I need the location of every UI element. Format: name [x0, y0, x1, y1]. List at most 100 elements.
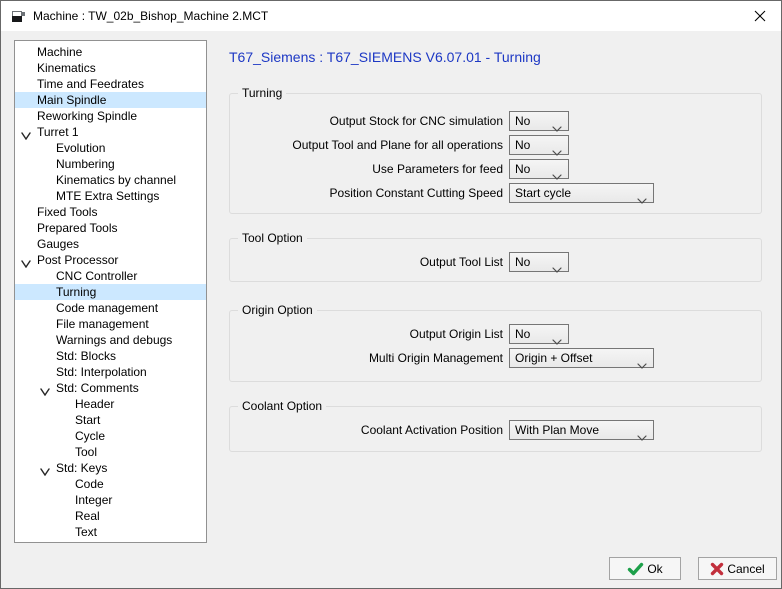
- tree-item-label: Std: Comments: [56, 381, 139, 395]
- tree-item-cycle[interactable]: Cycle: [15, 428, 206, 444]
- form-row: Output Tool and Plane for all operations…: [230, 135, 761, 155]
- tree-item-label: Numbering: [56, 157, 115, 171]
- tree-item-cnc-controller[interactable]: CNC Controller: [15, 268, 206, 284]
- coolant-activation-position-select[interactable]: With Plan Move: [509, 420, 654, 440]
- tree-item-turret-1[interactable]: Turret 1: [15, 124, 206, 140]
- use-parameters-for-feed-select[interactable]: No: [509, 159, 569, 179]
- tree-item-label: Integer: [75, 493, 112, 507]
- field-label: Output Tool and Plane for all operations: [230, 135, 503, 155]
- chevron-down-icon: [552, 260, 562, 278]
- ok-button-label: Ok: [647, 562, 662, 576]
- chevron-down-icon[interactable]: [21, 256, 31, 264]
- cancel-button-label: Cancel: [727, 562, 764, 576]
- select-value: No: [515, 114, 530, 128]
- ok-button[interactable]: Ok: [609, 557, 681, 580]
- tree-item-label: Time and Feedrates: [37, 77, 144, 91]
- tree-item-code-management[interactable]: Code management: [15, 300, 206, 316]
- tree-item-file-management[interactable]: File management: [15, 316, 206, 332]
- close-icon[interactable]: [752, 8, 768, 24]
- machine-icon: [10, 8, 26, 24]
- tree-item-label: Turret 1: [37, 125, 79, 139]
- chevron-down-icon[interactable]: [21, 128, 31, 136]
- tree-item-gauges[interactable]: Gauges: [15, 236, 206, 252]
- group-turning: TurningOutput Stock for CNC simulationNo…: [229, 93, 762, 214]
- tree-item-std-keys[interactable]: Std: Keys: [15, 460, 206, 476]
- tree-item-label: Prepared Tools: [37, 221, 118, 235]
- machine-tree: MachineKinematicsTime and Feedrates Main …: [14, 40, 207, 543]
- multi-origin-management-select[interactable]: Origin + Offset: [509, 348, 654, 368]
- tree-item-post-processor[interactable]: Post Processor: [15, 252, 206, 268]
- tree-item-label: Std: Blocks: [56, 349, 116, 363]
- chevron-down-icon[interactable]: [40, 384, 50, 392]
- tree-item-header[interactable]: Header: [15, 396, 206, 412]
- form-row: Position Constant Cutting Speed Start cyc…: [230, 183, 761, 203]
- form-row: Coolant Activation Position With Plan Mov…: [230, 420, 761, 440]
- tree-item-label: Kinematics by channel: [56, 173, 176, 187]
- group-title: Origin Option: [238, 303, 317, 317]
- tree-item-kinematics[interactable]: Kinematics: [15, 60, 206, 76]
- tree-item-std-comments[interactable]: Std: Comments: [15, 380, 206, 396]
- tree-item-reworking-spindle[interactable]: Reworking Spindle: [15, 108, 206, 124]
- tree-item-label: Header: [75, 397, 114, 411]
- tree-item-label: File management: [56, 317, 149, 331]
- tree-item-integer[interactable]: Integer: [15, 492, 206, 508]
- tree-item-main-spindle[interactable]: Main Spindle: [15, 92, 206, 108]
- select-value: No: [515, 138, 530, 152]
- x-icon: [710, 562, 724, 576]
- tree-item-label: Post Processor: [37, 253, 118, 267]
- tree-item-label: Fixed Tools: [37, 205, 97, 219]
- tree-item-label: Text: [75, 525, 97, 539]
- tree-item-evolution[interactable]: Evolution: [15, 140, 206, 156]
- tree-item-label: Real: [75, 509, 100, 523]
- chevron-down-icon: [637, 191, 647, 209]
- tree-item-kinematics-by-channel[interactable]: Kinematics by channel: [15, 172, 206, 188]
- field-label: Output Tool List: [230, 252, 503, 272]
- select-value: No: [515, 255, 530, 269]
- check-icon: [627, 562, 644, 576]
- group-origin-option: Origin OptionOutput Origin ListNoMulti O…: [229, 310, 762, 382]
- tree-item-code[interactable]: Code: [15, 476, 206, 492]
- tree-item-label: Code management: [56, 301, 158, 315]
- output-tool-and-plane-for-all-operations-select[interactable]: No: [509, 135, 569, 155]
- tree-item-label: Warnings and debugs: [56, 333, 172, 347]
- select-value: Origin + Offset: [515, 351, 592, 365]
- tree-item-mte-extra-settings[interactable]: MTE Extra Settings: [15, 188, 206, 204]
- output-tool-list-select[interactable]: No: [509, 252, 569, 272]
- field-label: Coolant Activation Position: [230, 420, 503, 440]
- tree-item-label: Code: [75, 477, 104, 491]
- tree-item-label: Evolution: [56, 141, 105, 155]
- group-title: Turning: [238, 86, 286, 100]
- window-title: Machine : TW_02b_Bishop_Machine 2.MCT: [33, 9, 268, 23]
- tree-item-turning[interactable]: Turning: [15, 284, 206, 300]
- output-stock-for-cnc-simulation-select[interactable]: No: [509, 111, 569, 131]
- tree-item-text[interactable]: Text: [15, 524, 206, 540]
- tree-item-fixed-tools[interactable]: Fixed Tools: [15, 204, 206, 220]
- tree-item-numbering[interactable]: Numbering: [15, 156, 206, 172]
- cancel-button[interactable]: Cancel: [698, 557, 777, 580]
- tree-item-warnings-and-debugs[interactable]: Warnings and debugs: [15, 332, 206, 348]
- field-label: Output Origin List: [230, 324, 503, 344]
- position-constant-cutting-speed-select[interactable]: Start cycle: [509, 183, 654, 203]
- tree-item-prepared-tools[interactable]: Prepared Tools: [15, 220, 206, 236]
- tree-item-label: Tool: [75, 445, 97, 459]
- chevron-down-icon[interactable]: [40, 464, 50, 472]
- output-origin-list-select[interactable]: No: [509, 324, 569, 344]
- tree-item-label: Start: [75, 413, 100, 427]
- tree-item-real[interactable]: Real: [15, 508, 206, 524]
- tree-item-start[interactable]: Start: [15, 412, 206, 428]
- tree-item-label: Machine: [37, 45, 82, 59]
- tree-item-std-interpolation[interactable]: Std: Interpolation: [15, 364, 206, 380]
- tree-item-time-and-feedrates[interactable]: Time and Feedrates: [15, 76, 206, 92]
- chevron-down-icon: [637, 356, 647, 374]
- tree-item-machine[interactable]: Machine: [15, 44, 206, 60]
- tree-item-label: Main Spindle: [37, 93, 106, 107]
- select-value: No: [515, 327, 530, 341]
- page-title: T67_Siemens : T67_SIEMENS V6.07.01 - Tur…: [229, 49, 541, 65]
- field-label: Use Parameters for feed: [230, 159, 503, 179]
- field-label: Position Constant Cutting Speed: [230, 183, 503, 203]
- tree-item-std-blocks[interactable]: Std: Blocks: [15, 348, 206, 364]
- group-coolant-option: Coolant OptionCoolant Activation Positio…: [229, 406, 762, 452]
- form-row: Output Origin List No: [230, 324, 761, 344]
- form-row: Output Tool List No: [230, 252, 761, 272]
- tree-item-tool[interactable]: Tool: [15, 444, 206, 460]
